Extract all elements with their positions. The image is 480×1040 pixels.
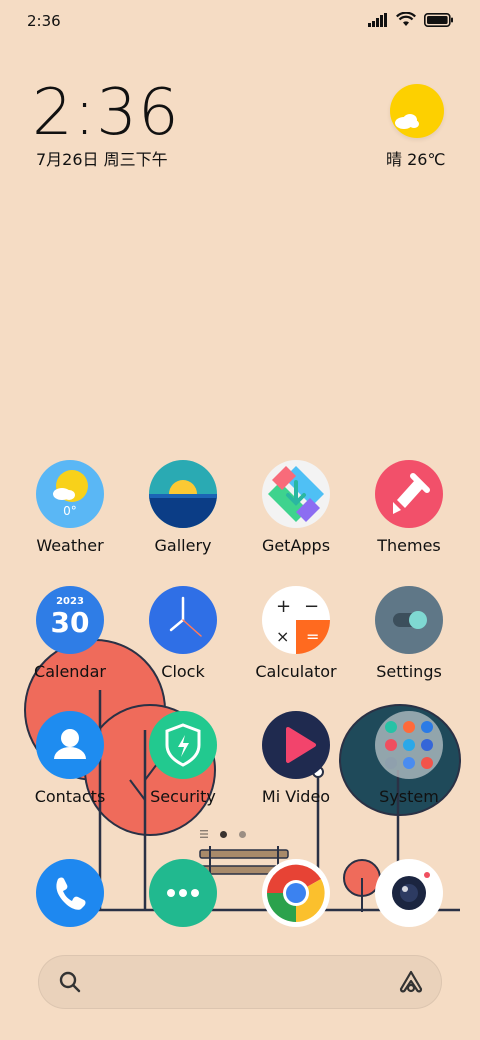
assistant-icon[interactable]	[398, 969, 424, 995]
gallery-app-label: Gallery	[154, 536, 212, 555]
security-app-icon	[149, 711, 217, 779]
weather-widget-icon[interactable]	[390, 84, 444, 138]
app-gallery[interactable]: Gallery	[133, 460, 233, 555]
person-icon	[54, 729, 86, 759]
calendar-app-icon: 2023 30	[36, 586, 104, 654]
getapps-app-icon	[262, 460, 330, 528]
system-folder-icon	[375, 711, 443, 779]
app-themes[interactable]: Themes	[359, 460, 459, 555]
search-bar[interactable]	[38, 955, 442, 1009]
weather-app-temp: 0°	[63, 504, 77, 518]
shield-icon	[165, 723, 201, 767]
dock-phone[interactable]	[20, 859, 120, 927]
clock-hands-icon	[169, 596, 202, 637]
toggle-icon	[393, 611, 427, 629]
page-dot-1[interactable]	[220, 830, 227, 838]
weather-app-label: Weather	[36, 536, 104, 555]
calculator-app-label: Calculator	[255, 662, 337, 681]
dock-messages[interactable]	[133, 859, 233, 927]
app-mivideo[interactable]: Mi Video	[246, 711, 346, 806]
svg-text:−: −	[304, 596, 319, 617]
status-bar: 2:36	[0, 0, 480, 42]
calendar-day: 30	[50, 606, 90, 639]
weather-widget-text[interactable]: 晴 26℃	[386, 146, 445, 170]
app-getapps[interactable]: GetApps	[246, 460, 346, 555]
svg-text:+: +	[276, 596, 291, 617]
settings-app-label: Settings	[376, 662, 442, 681]
app-contacts[interactable]: Contacts	[20, 711, 120, 806]
app-settings[interactable]: Settings	[359, 586, 459, 681]
menu-lines-icon	[200, 830, 208, 838]
messages-icon	[149, 859, 217, 927]
themes-app-label: Themes	[377, 536, 441, 555]
app-security[interactable]: Security	[133, 711, 233, 806]
contacts-app-label: Contacts	[34, 787, 106, 806]
camera-icon	[375, 859, 443, 927]
contacts-app-icon	[36, 711, 104, 779]
page-indicator[interactable]	[200, 830, 246, 838]
dock-camera[interactable]	[359, 859, 459, 927]
svg-text:×: ×	[276, 627, 289, 646]
signal-icon	[368, 12, 387, 27]
status-icons	[368, 12, 454, 27]
page-dot-2[interactable]	[239, 830, 246, 838]
status-time: 2:36	[27, 12, 61, 30]
search-icon	[59, 971, 81, 993]
dock-chrome[interactable]	[246, 859, 346, 927]
play-icon	[286, 727, 316, 763]
app-system-folder[interactable]: System	[359, 711, 459, 806]
themes-app-icon	[375, 460, 443, 528]
svg-text:=: =	[306, 627, 319, 646]
clock-widget-time[interactable]: 2:36	[32, 76, 180, 150]
weather-app-icon: 0°	[36, 460, 104, 528]
app-calculator[interactable]: + − × = Calculator	[246, 586, 346, 681]
app-clock[interactable]: Clock	[133, 586, 233, 681]
battery-icon	[424, 12, 453, 27]
mivideo-app-label: Mi Video	[261, 787, 331, 806]
settings-app-icon	[375, 586, 443, 654]
mivideo-app-icon	[262, 711, 330, 779]
calculator-app-icon: + − × =	[262, 586, 330, 654]
clock-app-icon	[149, 586, 217, 654]
clock-app-label: Clock	[161, 662, 205, 681]
wifi-icon	[396, 12, 416, 26]
chrome-icon	[262, 859, 330, 927]
paintbrush-icon	[393, 473, 430, 514]
gallery-app-icon	[149, 460, 217, 528]
cloud-icon	[395, 114, 419, 129]
app-calendar[interactable]: 2023 30 Calendar	[20, 586, 120, 681]
getapps-app-label: GetApps	[261, 536, 331, 555]
phone-icon	[36, 859, 104, 927]
clock-widget-date[interactable]: 7月26日 周三下午	[36, 146, 168, 170]
security-app-label: Security	[150, 787, 216, 806]
calendar-app-label: Calendar	[34, 662, 106, 681]
system-folder-label: System	[379, 787, 439, 806]
app-weather[interactable]: 0° Weather	[20, 460, 120, 555]
